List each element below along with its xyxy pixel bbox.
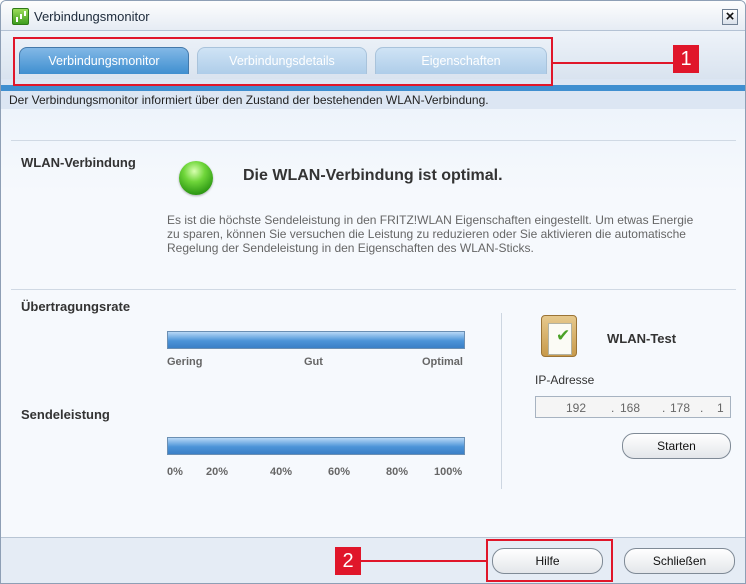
- intro-text: Der Verbindungsmonitor informiert über d…: [9, 93, 489, 107]
- title-bar[interactable]: Verbindungsmonitor ×: [1, 1, 745, 31]
- close-icon[interactable]: ×: [722, 9, 738, 25]
- callout-badge-2: 2: [335, 547, 361, 575]
- power-section-title: Sendeleistung: [21, 407, 110, 422]
- section-divider: [11, 140, 736, 141]
- close-button[interactable]: Schließen: [624, 548, 735, 574]
- ip-octet-4: 1: [717, 401, 724, 415]
- ip-octet-2: 168: [620, 401, 641, 415]
- dialog-window: Verbindungsmonitor × Verbindungsmonitor …: [0, 0, 746, 584]
- ip-octet-3: 178: [670, 401, 691, 415]
- window-title: Verbindungsmonitor: [34, 9, 150, 24]
- fritz-app-icon: [12, 8, 29, 25]
- connection-description: Es ist die höchste Sendeleistung in den …: [167, 213, 694, 255]
- ip-address-field[interactable]: 192 . 168 . 178 . 1: [535, 396, 731, 418]
- rate-section-title: Übertragungsrate: [21, 299, 131, 314]
- power-label: 100%: [434, 466, 463, 478]
- connection-status: Die WLAN-Verbindung ist optimal.: [243, 167, 503, 184]
- callout-line-1: [553, 62, 673, 64]
- clipboard-check-icon: [541, 315, 577, 357]
- ip-octet-1: 192: [566, 401, 587, 415]
- power-bar: [167, 437, 465, 455]
- power-label: 60%: [328, 466, 351, 478]
- rate-label-mid: Gut: [304, 356, 323, 368]
- callout-box-1: [13, 37, 553, 86]
- power-label: 80%: [386, 466, 409, 478]
- wlan-section-title: WLAN-Verbindung: [21, 155, 136, 170]
- section-divider: [11, 289, 736, 290]
- vertical-divider: [501, 313, 502, 489]
- rate-label-high: Optimal: [422, 356, 463, 368]
- rate-bar: [167, 331, 465, 349]
- power-label: 40%: [270, 466, 293, 478]
- power-label: 0%: [167, 466, 183, 478]
- rate-label-low: Gering: [167, 356, 203, 368]
- ip-address-label: IP-Adresse: [535, 373, 595, 387]
- callout-line-2: [359, 560, 486, 562]
- callout-badge-1: 1: [673, 45, 699, 73]
- callout-box-2: [486, 539, 613, 582]
- power-label: 20%: [206, 466, 229, 478]
- start-test-button[interactable]: Starten: [622, 433, 731, 459]
- status-led-icon: [179, 161, 213, 195]
- wlan-test-title: WLAN-Test: [607, 331, 677, 346]
